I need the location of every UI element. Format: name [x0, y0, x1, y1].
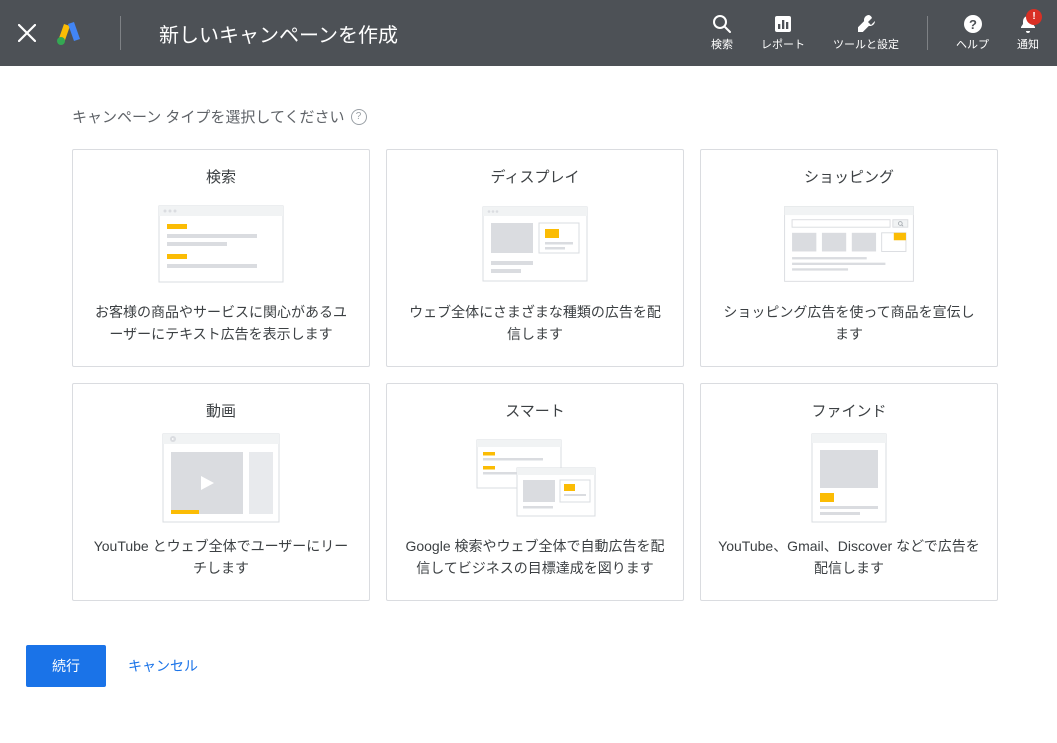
google-ads-logo [56, 21, 82, 45]
campaign-card-smart[interactable]: スマート Google 検索やウェブ全 [386, 383, 684, 601]
search-nav-label: 検索 [711, 39, 733, 52]
card-title: 動画 [206, 400, 236, 421]
display-illustration-icon [465, 199, 605, 289]
help-nav-button[interactable]: ? ヘルプ [956, 13, 989, 52]
help-tooltip-icon[interactable]: ? [351, 109, 367, 125]
campaign-card-search[interactable]: 検索 お客様の商品やサービスに関心があるユーザーにテキスト広告を表示します [72, 149, 370, 367]
notification-badge: ! [1026, 9, 1042, 25]
card-description: Google 検索やウェブ全体で自動広告を配信してビジネスの目標達成を図ります [403, 535, 667, 580]
reports-icon [773, 13, 793, 35]
reports-nav-label: レポート [761, 39, 805, 52]
section-heading: キャンペーン タイプを選択してください ? [72, 106, 985, 127]
main-content: キャンペーン タイプを選択してください ? 検索 お客様の商品やサービスに関心が… [0, 66, 1057, 621]
bell-icon: ! [1018, 13, 1038, 35]
card-description: YouTube とウェブ全体でユーザーにリーチします [89, 535, 353, 580]
card-title: ディスプレイ [491, 166, 580, 187]
search-nav-button[interactable]: 検索 [711, 13, 733, 52]
card-description: ウェブ全体にさまざまな種類の広告を配信します [403, 301, 667, 346]
card-title: ショッピング [804, 166, 894, 187]
help-icon: ? [963, 13, 983, 35]
tools-nav-label: ツールと設定 [833, 39, 899, 52]
reports-nav-button[interactable]: レポート [761, 13, 805, 52]
card-description: お客様の商品やサービスに関心があるユーザーにテキスト広告を表示します [89, 301, 353, 346]
search-illustration-icon [151, 199, 291, 289]
card-title: 検索 [206, 166, 236, 187]
card-description: YouTube、Gmail、Discover などで広告を配信します [717, 535, 981, 580]
separator [927, 16, 928, 50]
campaign-type-grid: 検索 お客様の商品やサービスに関心があるユーザーにテキスト広告を表示します ディ… [72, 149, 985, 601]
discovery-illustration-icon [779, 433, 919, 523]
footer-actions: 続行 キャンセル [0, 621, 1057, 711]
notifications-nav-button[interactable]: ! 通知 [1017, 13, 1039, 52]
campaign-card-display[interactable]: ディスプレイ ウェブ全体にさまざまな種類の広告を配信します [386, 149, 684, 367]
wrench-icon [855, 13, 877, 35]
shopping-illustration-icon [779, 199, 919, 289]
cancel-button[interactable]: キャンセル [128, 656, 198, 676]
close-button[interactable] [18, 24, 36, 42]
top-header: 新しいキャンペーンを作成 検索 レポート ツールと設定 ? ヘルプ [0, 0, 1057, 66]
card-title: スマート [505, 400, 565, 421]
help-nav-label: ヘルプ [956, 39, 989, 52]
campaign-card-discovery[interactable]: ファインド YouTube、Gmail、Discover などで広告を配信します [700, 383, 998, 601]
search-icon [712, 13, 732, 35]
page-title: 新しいキャンペーンを作成 [159, 19, 398, 48]
section-heading-text: キャンペーン タイプを選択してください [72, 106, 345, 127]
campaign-card-video[interactable]: 動画 YouTube とウェブ全体でユーザーにリーチします [72, 383, 370, 601]
smart-illustration-icon [465, 433, 605, 523]
campaign-card-shopping[interactable]: ショッピング ショッピング広告を使って [700, 149, 998, 367]
separator [120, 16, 121, 50]
notifications-nav-label: 通知 [1017, 39, 1039, 52]
card-title: ファインド [811, 400, 886, 421]
continue-button[interactable]: 続行 [26, 645, 106, 687]
card-description: ショッピング広告を使って商品を宣伝します [717, 301, 981, 346]
video-illustration-icon [151, 433, 291, 523]
tools-nav-button[interactable]: ツールと設定 [833, 13, 899, 52]
svg-text:?: ? [969, 17, 977, 32]
